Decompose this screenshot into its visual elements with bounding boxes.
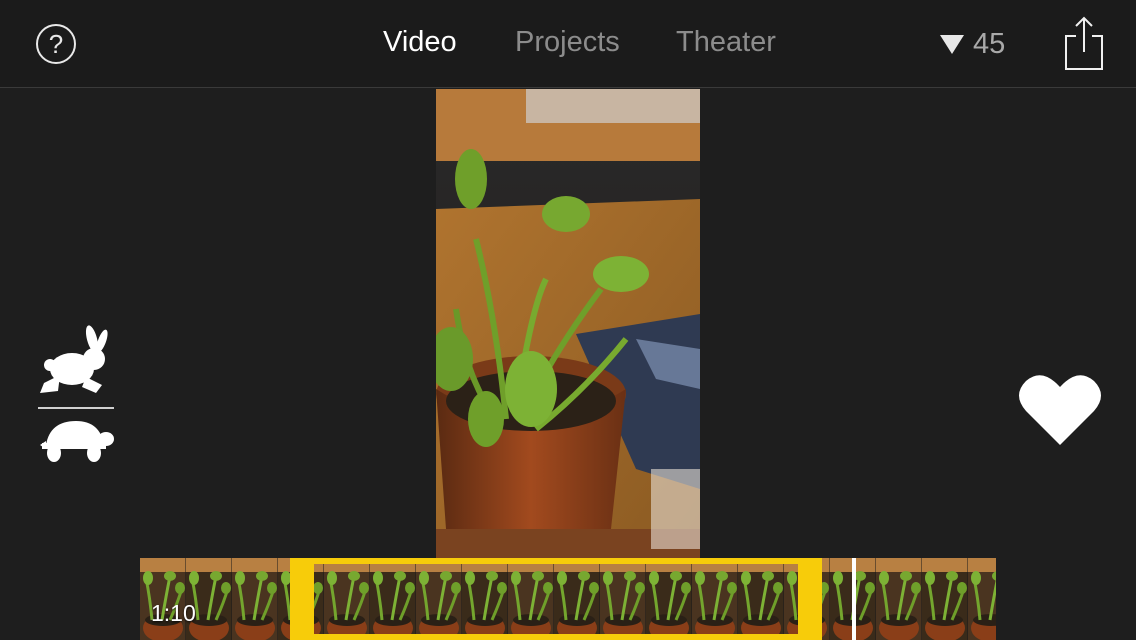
heart-icon — [1019, 375, 1101, 445]
tab-video[interactable]: Video — [383, 22, 457, 62]
clip-selection-frame[interactable] — [290, 558, 822, 640]
triangle-down-icon — [940, 35, 964, 54]
filmstrip-frame — [186, 558, 232, 640]
turtle-icon[interactable] — [36, 417, 116, 465]
tab-theater[interactable]: Theater — [676, 22, 776, 62]
video-frame-image — [436, 89, 700, 558]
video-preview[interactable] — [436, 89, 700, 558]
favorite-button[interactable] — [1018, 371, 1102, 447]
top-bar: ? Video Projects Theater 45 — [0, 0, 1136, 88]
share-icon — [1065, 16, 1103, 70]
playhead[interactable] — [852, 558, 856, 640]
storage-count: 45 — [973, 27, 1006, 60]
rabbit-icon[interactable] — [36, 325, 116, 397]
speed-controls — [36, 325, 116, 465]
filmstrip-frame — [922, 558, 968, 640]
filmstrip-frame — [968, 558, 996, 640]
video-stage — [0, 89, 1136, 558]
speed-divider — [38, 407, 114, 409]
filmstrip-frame — [876, 558, 922, 640]
storage-indicator[interactable]: 45 — [939, 24, 1005, 64]
filmstrip-frame — [232, 558, 278, 640]
share-button[interactable] — [1062, 16, 1106, 72]
tab-projects[interactable]: Projects — [515, 22, 620, 62]
clip-duration: 1:10 — [151, 600, 196, 626]
filmstrip-frame — [140, 558, 186, 640]
